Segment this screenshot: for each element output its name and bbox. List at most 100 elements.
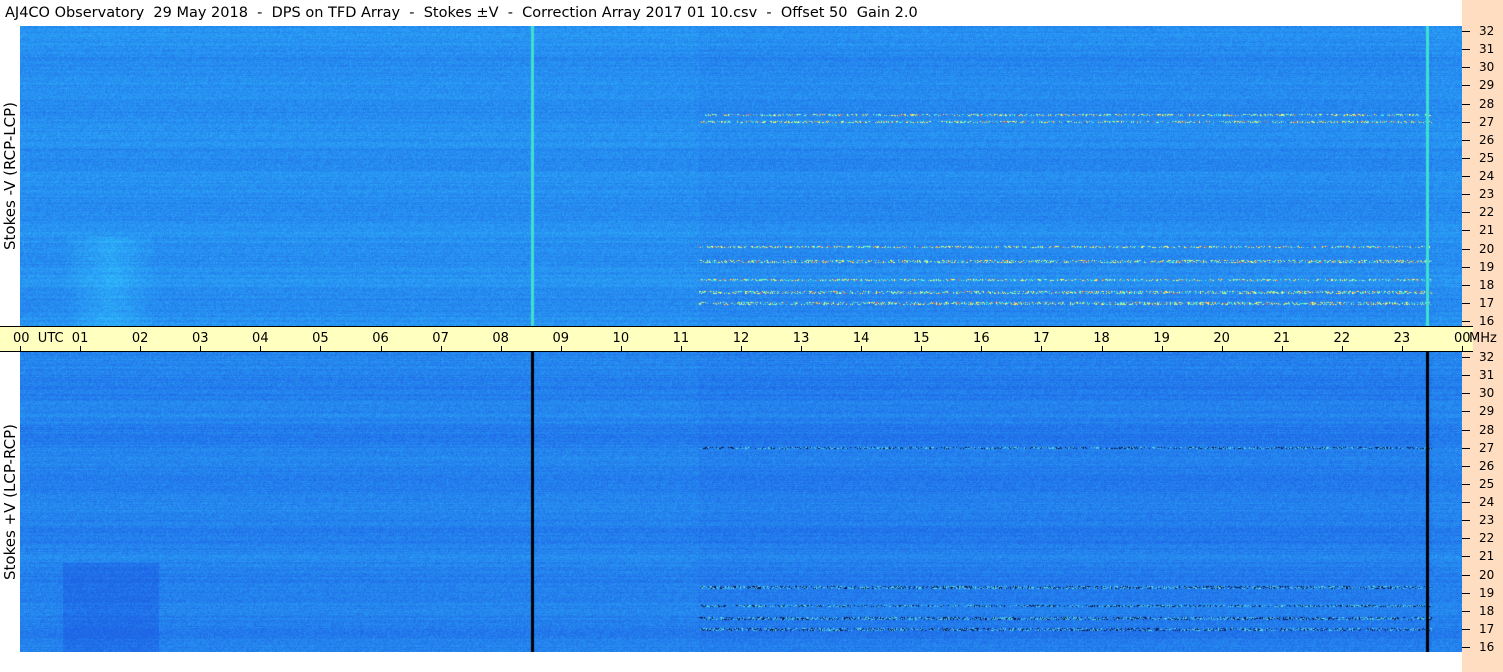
mhz-tick-mark <box>1462 266 1470 268</box>
mhz-tick-mark <box>1462 176 1470 177</box>
frequency-axis-top: 16 17 18 19 20 21 22 23 24 25 26 27 28 29 30 31 32 <box>1462 24 1503 328</box>
mhz-tick-label: 21 <box>1479 223 1495 238</box>
mhz-tick-label: 28 <box>1479 96 1495 111</box>
mhz-tick-mark <box>1462 284 1470 286</box>
utc-tick-label: 11 <box>672 331 690 346</box>
bottom-panel-label: Stokes +V (LCP-RCP) <box>0 352 20 652</box>
utc-tick-mark <box>260 346 262 351</box>
mhz-tick-mark <box>1462 85 1470 87</box>
utc-tick-mark <box>861 346 863 351</box>
utc-tick-label: 09 <box>552 331 570 346</box>
mhz-tick-label: 28 <box>1479 422 1495 437</box>
utc-tick-mark <box>500 346 502 351</box>
mhz-tick-mark <box>1462 230 1470 232</box>
page-title: AJ4CO Observatory 29 May 2018 - DPS on T… <box>0 0 1462 26</box>
mhz-tick-mark <box>1462 357 1470 358</box>
mhz-tick-mark <box>1462 483 1470 485</box>
mhz-tick-label: 23 <box>1479 513 1495 528</box>
mhz-tick-mark <box>1462 67 1470 69</box>
utc-time-axis: 00 UTC 01 02 03 04 05 06 07 08 09 10 11 12 13 14 15 16 17… <box>0 326 1497 352</box>
mhz-tick-label: 23 <box>1479 187 1495 202</box>
utc-tick-mark <box>1161 346 1163 351</box>
utc-tick-label: 23 <box>1393 331 1411 346</box>
mhz-tick-mark <box>1462 411 1470 413</box>
utc-tick-label: 03 <box>191 331 209 346</box>
mhz-tick-label: 31 <box>1479 368 1495 383</box>
utc-tick-label: 20 <box>1213 331 1230 346</box>
utc-tick-mark <box>320 346 322 351</box>
mhz-tick-mark <box>1462 628 1470 630</box>
mhz-tick-mark <box>1462 212 1470 214</box>
mhz-tick-label: 24 <box>1479 495 1495 509</box>
mhz-tick-mark <box>1462 103 1470 105</box>
spectrogram-stokes-minus-v <box>20 26 1462 326</box>
mhz-tick-label: 20 <box>1479 241 1495 256</box>
mhz-tick-label: 32 <box>1479 24 1495 38</box>
mhz-tick-label: 16 <box>1479 314 1495 328</box>
mhz-tick-mark <box>1462 321 1470 322</box>
mhz-tick-mark <box>1462 31 1470 32</box>
mhz-tick-label: 19 <box>1479 585 1495 600</box>
utc-tick-mark <box>1041 346 1043 351</box>
utc-tick-mark <box>801 346 803 351</box>
utc-tick-label: 06 <box>372 331 389 346</box>
mhz-tick-label: 17 <box>1479 295 1495 310</box>
utc-tick-mark <box>1341 346 1343 351</box>
spectrogram-stokes-plus-v <box>20 352 1462 652</box>
mhz-tick-mark <box>1462 447 1470 449</box>
utc-tick-label: 22 <box>1333 331 1351 346</box>
mhz-tick-mark <box>1462 429 1470 431</box>
mhz-tick-label: 30 <box>1479 386 1495 401</box>
utc-tick-mark <box>20 346 21 351</box>
mhz-tick-label: 26 <box>1479 132 1495 147</box>
frequency-unit-label: MHz <box>1469 331 1497 346</box>
utc-tick-label: 18 <box>1093 331 1110 346</box>
utc-tick-mark <box>560 346 562 351</box>
bottom-panel-label-text: Stokes +V (LCP-RCP) <box>1 424 19 580</box>
mhz-tick-mark <box>1462 194 1470 196</box>
mhz-tick-label: 21 <box>1479 549 1495 564</box>
utc-tick-label: 01 <box>71 331 89 346</box>
mhz-tick-mark <box>1462 592 1470 594</box>
mhz-tick-mark <box>1462 502 1470 503</box>
utc-tick-label: 14 <box>852 331 870 346</box>
mhz-tick-mark <box>1462 520 1470 522</box>
mhz-tick-label: 31 <box>1479 42 1495 57</box>
mhz-tick-label: 26 <box>1479 458 1495 473</box>
mhz-tick-label: 20 <box>1479 567 1495 582</box>
utc-tick-mark <box>200 346 202 351</box>
mhz-tick-label: 16 <box>1479 640 1495 654</box>
mhz-tick-label: 25 <box>1479 150 1495 165</box>
mhz-tick-label: 32 <box>1479 350 1495 364</box>
utc-tick-label: 13 <box>792 331 810 346</box>
utc-tick-label: 15 <box>912 331 930 346</box>
utc-tick-label: 07 <box>432 331 449 346</box>
utc-tick-mark <box>1401 346 1403 351</box>
mhz-tick-mark <box>1462 49 1470 51</box>
utc-tick-mark <box>80 346 82 351</box>
mhz-tick-mark <box>1462 610 1470 612</box>
mhz-tick-label: 27 <box>1479 440 1495 455</box>
utc-tick-mark <box>741 346 742 351</box>
utc-tick-label: 08 <box>492 331 509 346</box>
utc-tick-mark <box>620 346 622 351</box>
utc-tick-label: 12 <box>732 331 750 346</box>
utc-tick-mark <box>1281 346 1283 351</box>
mhz-tick-mark <box>1462 647 1470 648</box>
mhz-tick-label: 19 <box>1479 259 1495 274</box>
utc-tick-mark <box>1462 346 1463 351</box>
mhz-tick-label: 18 <box>1479 277 1495 292</box>
mhz-tick-mark <box>1462 121 1470 123</box>
utc-tick-label: 02 <box>131 331 149 346</box>
mhz-tick-mark <box>1462 574 1470 576</box>
utc-tick-mark <box>1101 346 1103 351</box>
utc-tick-label: 10 <box>612 331 630 346</box>
utc-tick-mark <box>1221 346 1223 351</box>
utc-tick-label: 05 <box>312 331 329 346</box>
mhz-tick-label: 29 <box>1479 404 1495 419</box>
mhz-tick-mark <box>1462 302 1470 304</box>
mhz-tick-mark <box>1462 538 1470 540</box>
frequency-axis-bottom: 16 17 18 19 20 21 22 23 24 25 26 27 28 29 30 31 32 <box>1462 350 1503 654</box>
mhz-tick-mark <box>1462 465 1470 467</box>
top-panel-label-text: Stokes -V (RCP-LCP) <box>1 102 19 250</box>
